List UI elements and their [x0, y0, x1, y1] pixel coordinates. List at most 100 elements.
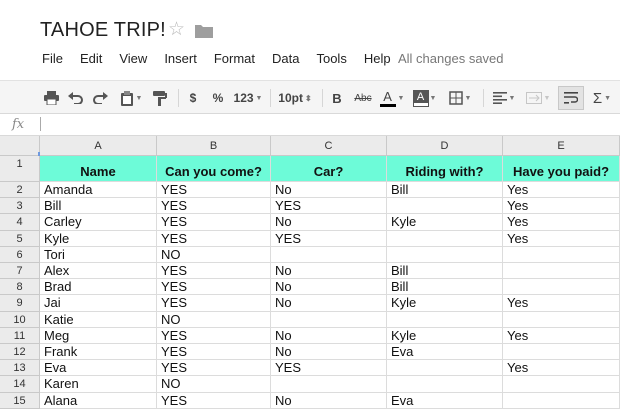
table-cell[interactable]: No: [271, 344, 387, 361]
select-all-corner[interactable]: [0, 136, 40, 156]
header-cell[interactable]: Riding with?: [387, 156, 503, 182]
row-header-14[interactable]: 14: [0, 376, 40, 393]
table-cell[interactable]: No: [271, 327, 387, 344]
table-cell[interactable]: [271, 376, 387, 393]
table-cell[interactable]: [387, 376, 503, 393]
row-header-11[interactable]: 11: [0, 327, 40, 344]
table-cell[interactable]: Eva: [387, 344, 503, 361]
text-color-button[interactable]: A ▼: [377, 88, 407, 108]
table-cell[interactable]: Bill: [40, 198, 157, 215]
table-cell[interactable]: YES: [157, 279, 271, 296]
bold-button[interactable]: B: [330, 88, 344, 108]
table-cell[interactable]: [387, 246, 503, 263]
table-cell[interactable]: No: [271, 263, 387, 280]
table-cell[interactable]: Kyle: [387, 295, 503, 312]
table-cell[interactable]: Yes: [503, 327, 620, 344]
table-cell[interactable]: YES: [157, 344, 271, 361]
currency-button[interactable]: $: [186, 88, 200, 108]
column-header-e[interactable]: E: [503, 136, 620, 156]
table-cell[interactable]: [271, 311, 387, 328]
table-cell[interactable]: No: [271, 295, 387, 312]
table-cell[interactable]: [387, 360, 503, 377]
undo-icon[interactable]: [66, 88, 84, 108]
table-cell[interactable]: Tori: [40, 246, 157, 263]
table-cell[interactable]: Kyle: [387, 214, 503, 231]
table-cell[interactable]: YES: [157, 360, 271, 377]
borders-button[interactable]: ▼: [445, 88, 475, 108]
table-cell[interactable]: YES: [157, 327, 271, 344]
table-cell[interactable]: No: [271, 392, 387, 409]
merge-cells-button[interactable]: ▼: [524, 88, 552, 108]
star-icon[interactable]: ☆: [168, 20, 185, 39]
font-size-select[interactable]: 10pt ⬍: [276, 88, 314, 108]
paint-format-icon[interactable]: [151, 88, 169, 108]
table-cell[interactable]: NO: [157, 246, 271, 263]
table-cell[interactable]: No: [271, 214, 387, 231]
row-header-7[interactable]: 7: [0, 263, 40, 280]
row-header-12[interactable]: 12: [0, 344, 40, 361]
column-header-c[interactable]: C: [271, 136, 387, 156]
table-cell[interactable]: Katie: [40, 311, 157, 328]
table-cell[interactable]: [503, 344, 620, 361]
table-cell[interactable]: [387, 198, 503, 215]
table-cell[interactable]: YES: [271, 198, 387, 215]
row-header-4[interactable]: 4: [0, 214, 40, 231]
table-cell[interactable]: Yes: [503, 214, 620, 231]
column-header-a[interactable]: A: [40, 136, 157, 156]
table-cell[interactable]: Karen: [40, 376, 157, 393]
row-header-1[interactable]: 1: [0, 156, 40, 182]
table-cell[interactable]: Carley: [40, 214, 157, 231]
table-cell[interactable]: [503, 263, 620, 280]
table-cell[interactable]: Meg: [40, 327, 157, 344]
menu-edit[interactable]: Edit: [80, 51, 102, 69]
table-cell[interactable]: Yes: [503, 230, 620, 247]
wrap-text-button[interactable]: [558, 86, 584, 110]
table-cell[interactable]: YES: [157, 392, 271, 409]
paste-icon[interactable]: ▼: [116, 88, 146, 108]
column-header-d[interactable]: D: [387, 136, 503, 156]
column-header-b[interactable]: B: [157, 136, 271, 156]
menu-format[interactable]: Format: [214, 51, 255, 69]
print-icon[interactable]: [42, 88, 60, 108]
row-header-6[interactable]: 6: [0, 246, 40, 263]
table-cell[interactable]: [387, 230, 503, 247]
menu-help[interactable]: Help: [364, 51, 391, 69]
table-cell[interactable]: Bill: [387, 263, 503, 280]
row-header-3[interactable]: 3: [0, 198, 40, 215]
table-cell[interactable]: [503, 392, 620, 409]
row-header-9[interactable]: 9: [0, 295, 40, 312]
strikethrough-button[interactable]: Abc: [352, 88, 374, 108]
table-cell[interactable]: YES: [157, 198, 271, 215]
table-cell[interactable]: YES: [157, 214, 271, 231]
table-cell[interactable]: No: [271, 279, 387, 296]
table-cell[interactable]: Amanda: [40, 182, 157, 199]
table-cell[interactable]: Kyle: [40, 230, 157, 247]
table-cell[interactable]: Yes: [503, 360, 620, 377]
menu-tools[interactable]: Tools: [316, 51, 346, 69]
menu-insert[interactable]: Insert: [164, 51, 197, 69]
menu-file[interactable]: File: [42, 51, 63, 69]
row-header-15[interactable]: 15: [0, 392, 40, 409]
table-cell[interactable]: Yes: [503, 198, 620, 215]
table-cell[interactable]: Yes: [503, 295, 620, 312]
table-cell[interactable]: Alex: [40, 263, 157, 280]
table-cell[interactable]: Alana: [40, 392, 157, 409]
table-cell[interactable]: Eva: [40, 360, 157, 377]
header-cell[interactable]: Have you paid?: [503, 156, 620, 182]
table-cell[interactable]: [503, 246, 620, 263]
table-cell[interactable]: Jai: [40, 295, 157, 312]
table-cell[interactable]: NO: [157, 376, 271, 393]
table-cell[interactable]: Brad: [40, 279, 157, 296]
row-header-13[interactable]: 13: [0, 360, 40, 377]
document-title[interactable]: TAHOE TRIP!: [40, 19, 166, 42]
row-header-10[interactable]: 10: [0, 311, 40, 328]
table-cell[interactable]: Yes: [503, 182, 620, 199]
fill-color-button[interactable]: A ▼: [411, 88, 439, 108]
header-cell[interactable]: Can you come?: [157, 156, 271, 182]
table-cell[interactable]: [503, 376, 620, 393]
table-cell[interactable]: [271, 246, 387, 263]
redo-icon[interactable]: [91, 88, 109, 108]
row-header-8[interactable]: 8: [0, 279, 40, 296]
table-cell[interactable]: Eva: [387, 392, 503, 409]
percent-button[interactable]: %: [210, 88, 226, 108]
